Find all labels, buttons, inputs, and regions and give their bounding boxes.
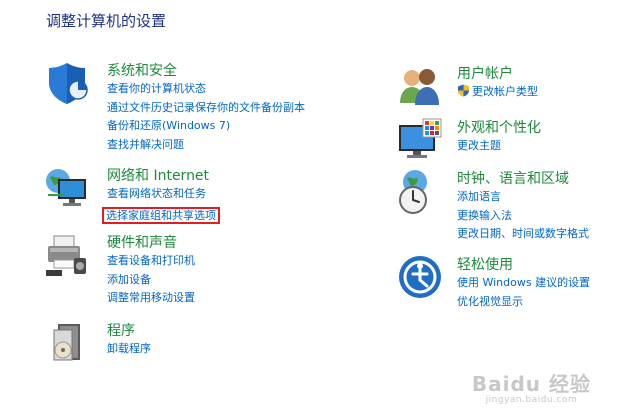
category-title-programs[interactable]: 程序 xyxy=(107,322,151,340)
link-troubleshoot[interactable]: 查找并解决问题 xyxy=(107,136,305,155)
link-mobility-settings[interactable]: 调整常用移动设置 xyxy=(107,289,195,308)
page-title: 调整计算机的设置 xyxy=(46,12,167,30)
shield-icon[interactable] xyxy=(44,60,90,106)
watermark-sub: jingyan.baidu.com xyxy=(485,395,578,405)
users-icon[interactable] xyxy=(397,63,443,109)
link-view-computer-status[interactable]: 查看你的计算机状态 xyxy=(107,80,305,99)
watermark-main: Baidu 经验 xyxy=(471,372,591,396)
link-change-theme[interactable]: 更改主题 xyxy=(457,137,541,156)
category-title-appearance[interactable]: 外观和个性化 xyxy=(457,119,541,137)
link-optimize-visual-display[interactable]: 优化视觉显示 xyxy=(457,293,590,312)
program-disc-icon[interactable] xyxy=(44,320,90,366)
category-title-network-internet[interactable]: 网络和 Internet xyxy=(107,167,220,185)
link-change-account-type[interactable]: 更改帐户类型 xyxy=(457,83,538,102)
printer-icon[interactable] xyxy=(44,232,90,278)
link-date-time-number-format[interactable]: 更改日期、时间或数字格式 xyxy=(457,225,589,244)
category-title-system-security[interactable]: 系统和安全 xyxy=(107,62,305,80)
link-change-input-method[interactable]: 更换输入法 xyxy=(457,207,589,226)
link-change-account-type-label: 更改帐户类型 xyxy=(472,85,538,98)
uac-shield-icon xyxy=(457,84,470,97)
category-title-user-accounts[interactable]: 用户帐户 xyxy=(457,65,538,83)
link-file-history[interactable]: 通过文件历史记录保存你的文件备份副本 xyxy=(107,99,305,118)
link-backup-restore[interactable]: 备份和还原(Windows 7) xyxy=(107,117,305,136)
baidu-watermark: Baidu 经验 jingyan.baidu.com xyxy=(472,368,591,405)
link-recommended-settings[interactable]: 使用 Windows 建议的设置 xyxy=(457,274,590,293)
link-homegroup-sharing[interactable]: 选择家庭组和共享选项 xyxy=(102,206,220,224)
monitor-colors-icon[interactable] xyxy=(397,117,443,163)
category-title-ease-of-access[interactable]: 轻松使用 xyxy=(457,256,590,274)
clock-globe-icon[interactable] xyxy=(397,168,443,214)
link-add-device[interactable]: 添加设备 xyxy=(107,271,195,290)
link-uninstall-program[interactable]: 卸载程序 xyxy=(107,340,151,359)
ease-of-access-icon[interactable] xyxy=(397,254,443,300)
category-title-clock-language-region[interactable]: 时钟、语言和区域 xyxy=(457,170,589,188)
category-title-hardware-sound[interactable]: 硬件和声音 xyxy=(107,234,195,252)
network-globe-icon[interactable] xyxy=(44,165,90,211)
link-add-language[interactable]: 添加语言 xyxy=(457,188,589,207)
link-devices-printers[interactable]: 查看设备和打印机 xyxy=(107,252,195,271)
link-network-status[interactable]: 查看网络状态和任务 xyxy=(107,185,220,204)
